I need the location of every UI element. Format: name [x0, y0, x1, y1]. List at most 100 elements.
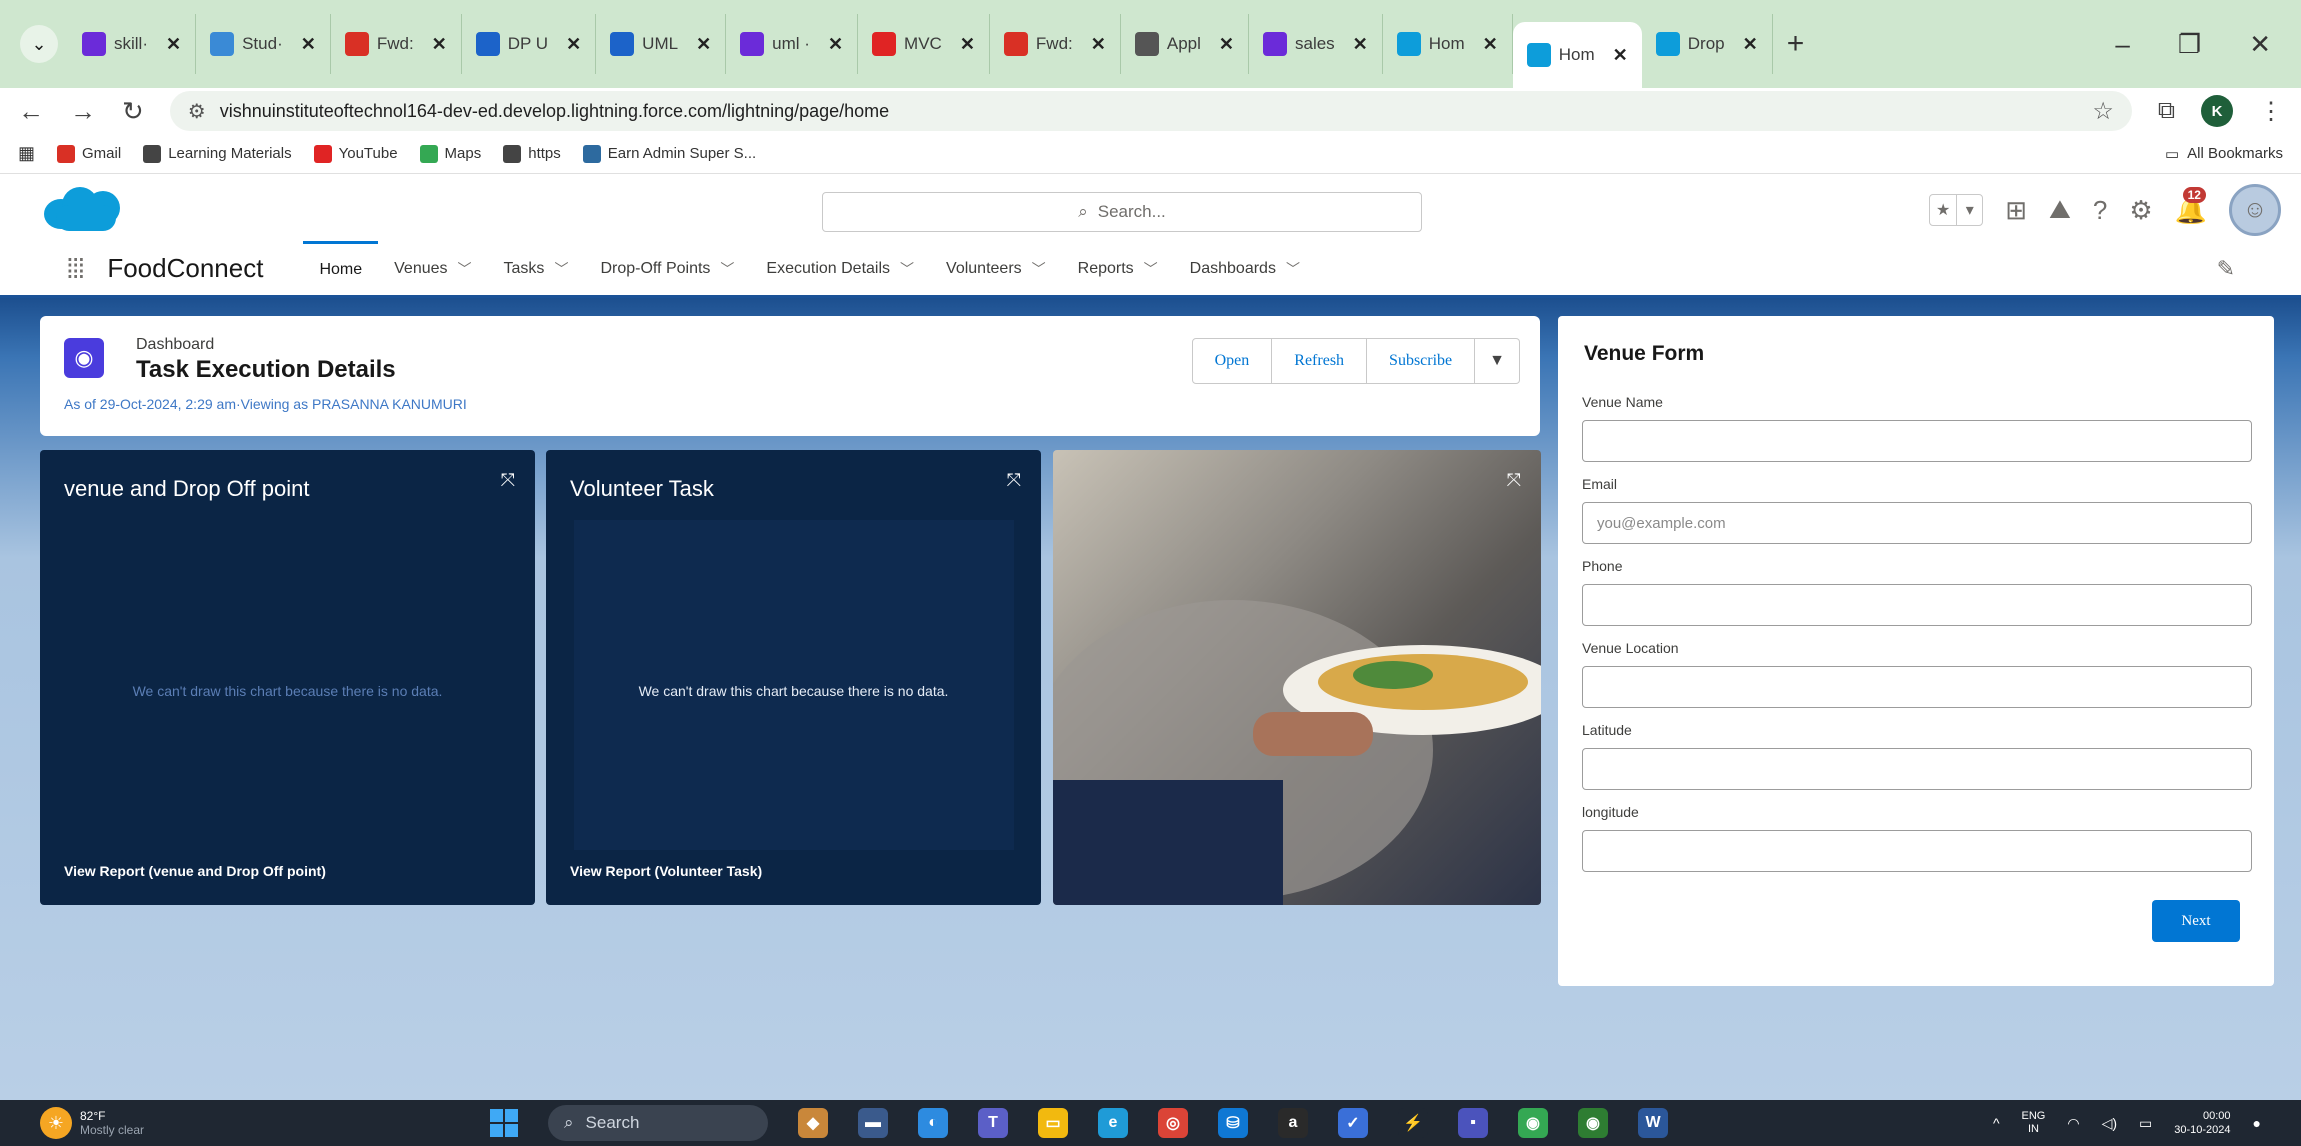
chrome-profile-icon[interactable]: ◉ — [1518, 1108, 1548, 1138]
chrome-alt-icon[interactable]: ◉ — [1578, 1108, 1608, 1138]
chevron-down-icon[interactable]: ﹀ — [720, 259, 734, 279]
nav-tab[interactable]: Venues ﹀ — [378, 241, 487, 297]
tray-overflow-chevron-icon[interactable]: ^ — [1993, 1115, 2000, 1131]
minimize-icon[interactable]: – — [2115, 29, 2129, 60]
user-avatar[interactable]: ☺ — [2229, 184, 2281, 236]
field-input[interactable] — [1582, 666, 2252, 708]
bookmark-star-icon[interactable]: ☆ — [2092, 97, 2114, 126]
browser-tab[interactable]: Stud· ✕ — [196, 14, 331, 74]
nav-tab[interactable]: Tasks ﹀ — [488, 241, 585, 297]
profile-avatar[interactable]: K — [2201, 95, 2233, 127]
start-windows-icon[interactable] — [490, 1109, 518, 1137]
all-bookmarks[interactable]: ▭ All Bookmarks — [2165, 145, 2283, 163]
browser-menu-icon[interactable]: ⋮ — [2259, 97, 2283, 126]
close-tab-icon[interactable]: ✕ — [301, 34, 316, 55]
chrome-browser-icon[interactable]: ◎ — [1158, 1108, 1188, 1138]
edge-browser-icon[interactable]: e — [1098, 1108, 1128, 1138]
dashboard-title[interactable]: Task Execution Details — [136, 356, 396, 384]
expand-icon[interactable]: ⤧ — [1007, 470, 1021, 491]
close-tab-icon[interactable]: ✕ — [432, 34, 447, 55]
bookmark-item[interactable]: Maps — [419, 144, 481, 163]
browser-tab[interactable]: UML ✕ — [596, 14, 727, 74]
browser-tab[interactable]: Fwd: ✕ — [990, 14, 1121, 74]
field-input[interactable] — [1582, 830, 2252, 872]
store-icon[interactable]: ⛁ — [1218, 1108, 1248, 1138]
file-explorer-icon[interactable]: ▭ — [1038, 1108, 1068, 1138]
favorites-button[interactable]: ★ ▾ — [1929, 194, 1984, 226]
tab-search-chevron-icon[interactable]: ⌄ — [20, 25, 58, 63]
field-input[interactable] — [1582, 420, 2252, 462]
word-icon[interactable]: W — [1638, 1108, 1668, 1138]
reload-icon[interactable]: ↻ — [122, 96, 144, 127]
trailhead-icon[interactable]: ⛰ — [2049, 194, 2071, 226]
taskbar-search[interactable]: ⌕ Search — [548, 1105, 768, 1141]
close-tab-icon[interactable]: ✕ — [1353, 34, 1368, 55]
close-tab-icon[interactable]: ✕ — [960, 34, 975, 55]
clock[interactable]: 00:00 30-10-2024 — [2174, 1109, 2230, 1137]
notifications-bell-icon[interactable]: 🔔 12 — [2175, 186, 2207, 226]
bookmark-item[interactable]: YouTube — [313, 144, 398, 163]
back-arrow-icon[interactable]: ← — [18, 96, 44, 127]
global-actions-icon[interactable]: ⊞ — [2005, 195, 2027, 226]
browser-tab[interactable]: uml · ✕ — [726, 14, 859, 74]
teams-chat-icon[interactable]: ▪ — [1458, 1108, 1488, 1138]
battery-icon[interactable]: ▭ — [2139, 1115, 2152, 1132]
task-view-icon[interactable]: ▬ — [858, 1108, 888, 1138]
close-tab-icon[interactable]: ✕ — [566, 34, 581, 55]
browser-tab[interactable]: DP U ✕ — [462, 14, 597, 74]
field-input[interactable] — [1582, 584, 2252, 626]
notification-center-icon[interactable]: ● — [2253, 1115, 2261, 1131]
field-input[interactable] — [1582, 748, 2252, 790]
restore-icon[interactable]: ❐ — [2178, 29, 2201, 60]
next-button[interactable]: Next — [2152, 900, 2240, 942]
chevron-down-icon[interactable]: ﹀ — [1286, 259, 1300, 279]
security-app-icon[interactable]: ✓ — [1338, 1108, 1368, 1138]
weather-widget[interactable]: ☀ 82°F Mostly clear — [40, 1107, 490, 1139]
bookmark-item[interactable]: Earn Admin Super S... — [582, 144, 756, 163]
expand-icon[interactable]: ⤧ — [501, 470, 515, 491]
chevron-down-icon[interactable]: ﹀ — [1144, 259, 1158, 279]
chevron-down-icon[interactable]: ﹀ — [554, 259, 568, 279]
help-icon[interactable]: ? — [2093, 195, 2107, 226]
volume-icon[interactable]: ◁) — [2102, 1115, 2117, 1132]
wifi-icon[interactable]: ◠ — [2067, 1115, 2079, 1132]
close-tab-icon[interactable]: ✕ — [166, 34, 181, 55]
language-indicator[interactable]: ENG IN — [2022, 1110, 2046, 1136]
nav-tab[interactable]: Drop-Off Points ﹀ — [584, 241, 750, 297]
apps-grid-icon[interactable]: ▦ — [18, 143, 35, 164]
close-tab-icon[interactable]: ✕ — [1743, 34, 1758, 55]
site-info-icon[interactable]: ⚙ — [188, 99, 206, 124]
power-app-icon[interactable]: ⚡ — [1398, 1108, 1428, 1138]
close-tab-icon[interactable]: ✕ — [696, 34, 711, 55]
close-tab-icon[interactable]: ✕ — [1219, 34, 1234, 55]
nav-tab[interactable]: Volunteers ﹀ — [930, 241, 1062, 297]
close-tab-icon[interactable]: ✕ — [1091, 34, 1106, 55]
url-bar[interactable]: ⚙ vishnuinstituteoftechnol164-dev-ed.dev… — [169, 91, 2132, 131]
browser-tab[interactable]: Hom ✕ — [1383, 14, 1513, 74]
bookmark-item[interactable]: https — [503, 144, 561, 163]
teams-icon[interactable]: T — [978, 1108, 1008, 1138]
extensions-puzzle-icon[interactable]: ⧉ — [2158, 97, 2175, 125]
browser-tab[interactable]: skill· ✕ — [68, 14, 197, 74]
edit-nav-pencil-icon[interactable]: ✎ — [2217, 256, 2235, 282]
chevron-down-icon[interactable]: ﹀ — [458, 259, 472, 279]
salesforce-logo-icon[interactable] — [44, 183, 126, 233]
browser-tab[interactable]: Drop ✕ — [1642, 14, 1773, 74]
subscribe-button[interactable]: Subscribe — [1367, 338, 1476, 384]
close-tab-icon[interactable]: ✕ — [828, 34, 843, 55]
copilot-icon[interactable]: ◐ — [918, 1108, 948, 1138]
browser-tab[interactable]: sales ✕ — [1249, 14, 1383, 74]
bookmark-item[interactable]: Learning Materials — [143, 144, 292, 163]
refresh-button[interactable]: Refresh — [1272, 338, 1368, 384]
browser-tab[interactable]: MVC ✕ — [858, 14, 990, 74]
close-tab-icon[interactable]: ✕ — [1613, 45, 1628, 66]
chevron-down-icon[interactable]: ﹀ — [1032, 259, 1046, 279]
browser-tab[interactable]: Hom ✕ — [1512, 22, 1642, 88]
close-tab-icon[interactable]: ✕ — [1483, 34, 1498, 55]
view-report-link[interactable]: View Report (venue and Drop Off point) — [64, 863, 326, 879]
close-window-icon[interactable]: ✕ — [2249, 29, 2271, 60]
app-launcher-icon[interactable]: ⁞⁞⁞ — [66, 253, 85, 285]
field-input[interactable] — [1582, 502, 2252, 544]
more-actions-dropdown-icon[interactable]: ▼ — [1475, 338, 1520, 384]
browser-tab[interactable]: Appl ✕ — [1121, 14, 1249, 74]
